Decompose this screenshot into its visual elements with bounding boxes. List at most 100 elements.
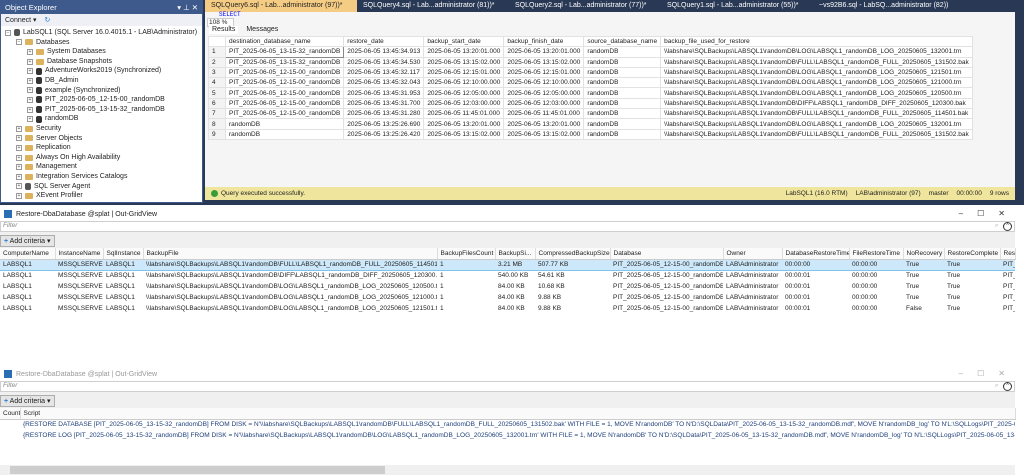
cell[interactable]: 2025-06-05 12:10:00.000	[423, 77, 505, 89]
expand-icon[interactable]: −	[5, 29, 11, 36]
cell[interactable]: 84.00 KB	[495, 292, 535, 303]
cell[interactable]: 00:00:00	[849, 258, 903, 271]
column-header[interactable]: destination_database_name	[224, 35, 345, 48]
cell[interactable]: 7	[208, 108, 226, 120]
cell[interactable]: 2025-06-05 13:45:34.913	[343, 46, 425, 58]
cell[interactable]: PIT_20	[1000, 292, 1015, 303]
cell[interactable]: PIT_2025-06-05_12-15-00_randomDB	[610, 303, 723, 314]
expand-icon[interactable]: +	[16, 135, 22, 142]
cell[interactable]: randomDB	[583, 77, 662, 89]
cell[interactable]: randomDB	[224, 128, 345, 140]
table-row[interactable]: 5 PIT_2025-06-05_12-15-00_randomDB 2025-06…	[208, 87, 973, 99]
maximize-button[interactable]: ☐	[977, 369, 984, 378]
cell[interactable]: PIT_2025-06-05_13-15-32_randomDB	[224, 56, 345, 68]
cell[interactable]: PIT_20	[1000, 258, 1015, 271]
tree-node[interactable]: + Server Objects	[5, 134, 202, 144]
expand-icon[interactable]: +	[27, 106, 33, 113]
cell[interactable]: 2025-06-05 13:20:01.000	[423, 118, 505, 130]
cell[interactable]: randomDB	[583, 56, 662, 68]
cell[interactable]: PIT_2025-06-05_12-15-00_randomDB	[224, 77, 345, 89]
cell[interactable]: LABSQL1	[103, 292, 143, 303]
cell[interactable]: 54.61 KB	[535, 270, 610, 281]
cell[interactable]: PIT_2025-06-05_12-15-00_randomDB	[224, 97, 345, 110]
tree-node[interactable]: + Integration Services Catalogs	[5, 172, 202, 182]
cell[interactable]: 00:00:01	[782, 292, 849, 303]
cell[interactable]: 1	[437, 303, 495, 314]
cell[interactable]: randomDB	[583, 118, 662, 130]
cell[interactable]: 2025-06-05 12:03:00.000	[503, 97, 585, 110]
cell[interactable]	[0, 430, 20, 441]
table-row[interactable]: {RESTORE LOG [PIT_2025-06-05_13-15-32_ra…	[0, 430, 1015, 441]
filter-input[interactable]: Filter ⌕ ^	[0, 381, 1015, 392]
cell[interactable]: 2	[208, 56, 226, 68]
column-header[interactable]: backup_finish_date	[503, 35, 585, 48]
cell[interactable]: 4	[208, 77, 226, 89]
cell[interactable]: 2025-06-05 13:45:31.700	[343, 97, 425, 110]
minimize-button[interactable]: –	[959, 209, 963, 218]
table-row[interactable]: LABSQL1 MSSQLSERVER LABSQL1 \\labshare\SQLB…	[0, 292, 1015, 303]
cell[interactable]: 2025-06-05 12:03:00.000	[423, 97, 505, 110]
cell[interactable]: \\labshare\SQLBackups\LABSQL1\randomDB\L…	[660, 118, 973, 130]
table-row[interactable]: 6 PIT_2025-06-05_12-15-00_randomDB 2025-06…	[208, 97, 973, 110]
tree-node[interactable]: − LabSQL1 (SQL Server 16.0.4015.1 - LAB\A…	[5, 28, 202, 38]
column-header[interactable]: BackupFile	[143, 248, 438, 260]
cell[interactable]: 2025-06-05 13:45:31.953	[343, 87, 425, 99]
cell[interactable]: LABSQL1	[103, 270, 143, 281]
column-header[interactable]: backup_start_date	[423, 35, 505, 48]
add-criteria-button[interactable]: + Add criteria ▾	[0, 395, 55, 407]
tree-node[interactable]: + example (Synchronized)	[5, 86, 202, 96]
cell[interactable]: \\labshare\SQLBackups\LABSQL1\randomDB\L…	[143, 292, 437, 303]
cell[interactable]: \\labshare\SQLBackups\LABSQL1\randomDB\D…	[660, 97, 973, 110]
cell[interactable]: 2025-06-05 12:05:00.000	[503, 87, 585, 99]
table-row[interactable]: 7 PIT_2025-06-05_12-15-00_randomDB 2025-06…	[208, 108, 973, 120]
column-header[interactable]: DatabaseRestoreTime	[782, 248, 850, 260]
cell[interactable]: MSSQLSERVER	[55, 292, 103, 303]
horizontal-scrollbar[interactable]	[0, 465, 1015, 475]
cell[interactable]: 5	[208, 87, 226, 99]
expand-icon[interactable]: +	[16, 144, 22, 151]
tree-node[interactable]: + Database Snapshots	[5, 57, 202, 67]
cell[interactable]: 2025-06-05 12:15:01.000	[423, 66, 505, 79]
cell[interactable]: \\labshare\SQLBackups\LABSQL1\randomDB\L…	[143, 281, 437, 292]
cell[interactable]: 8	[208, 118, 226, 130]
cell[interactable]: LABSQL1	[0, 303, 55, 314]
cell[interactable]: 2025-06-05 13:45:31.280	[343, 108, 425, 120]
cell[interactable]: 2025-06-05 11:45:01.000	[503, 108, 585, 120]
editor-tab[interactable]: SQLQuery2.sql - Lab...administrator (77)…	[509, 0, 661, 12]
cell[interactable]: PIT_2025-06-05_12-15-00_randomDB	[224, 108, 345, 120]
cell[interactable]: 9	[208, 128, 226, 140]
cell[interactable]: 1	[437, 292, 495, 303]
tree-node[interactable]: + Management	[5, 162, 202, 172]
minimize-button[interactable]: –	[959, 369, 963, 378]
cell[interactable]: True	[944, 303, 1000, 314]
cell[interactable]: PIT_2025-06-05_12-15-00_randomDB	[610, 270, 723, 281]
cell[interactable]: False	[903, 303, 944, 314]
cell[interactable]: 2025-06-05 13:15:02.000	[423, 128, 505, 140]
cell[interactable]: PIT_2025-06-05_12-15-00_randomDB	[610, 292, 723, 303]
column-header[interactable]: RestoreComplete	[944, 248, 1001, 260]
tab-results[interactable]: Results	[209, 26, 239, 34]
tree-node[interactable]: + Replication	[5, 143, 202, 153]
expand-icon[interactable]: +	[16, 164, 22, 171]
cell[interactable]: 3	[208, 66, 226, 79]
cell[interactable]	[0, 419, 20, 430]
cell[interactable]: 00:00:01	[782, 303, 849, 314]
cell[interactable]: \\labshare\SQLBackups\LABSQL1\randomDB\L…	[660, 87, 973, 99]
expand-icon[interactable]: +	[16, 183, 22, 190]
search-icon[interactable]: ⌕	[994, 382, 998, 390]
cell[interactable]: PIT_20	[1000, 281, 1015, 292]
cell[interactable]: LAB\Administrator	[723, 303, 782, 314]
expand-icon[interactable]: +	[27, 77, 33, 84]
cell[interactable]: 2025-06-05 13:20:01.000	[503, 118, 585, 130]
expand-icon[interactable]: +	[16, 173, 22, 180]
collapse-icon[interactable]: ^	[1003, 222, 1012, 231]
cell[interactable]: 6	[208, 97, 226, 110]
code-line[interactable]: SELECT	[219, 11, 241, 18]
cell[interactable]: True	[944, 292, 1000, 303]
cell[interactable]: 00:00:00	[849, 292, 903, 303]
cell[interactable]: 00:00:00	[849, 281, 903, 292]
tree-node[interactable]: + AdventureWorks2019 (Synchronized)	[5, 66, 202, 76]
cell[interactable]: 2025-06-05 13:25:26.420	[343, 128, 425, 140]
cell[interactable]: PIT_2025-06-05_12-15-00_randomDB	[610, 281, 723, 292]
cell[interactable]: PIT_20	[1000, 303, 1015, 314]
